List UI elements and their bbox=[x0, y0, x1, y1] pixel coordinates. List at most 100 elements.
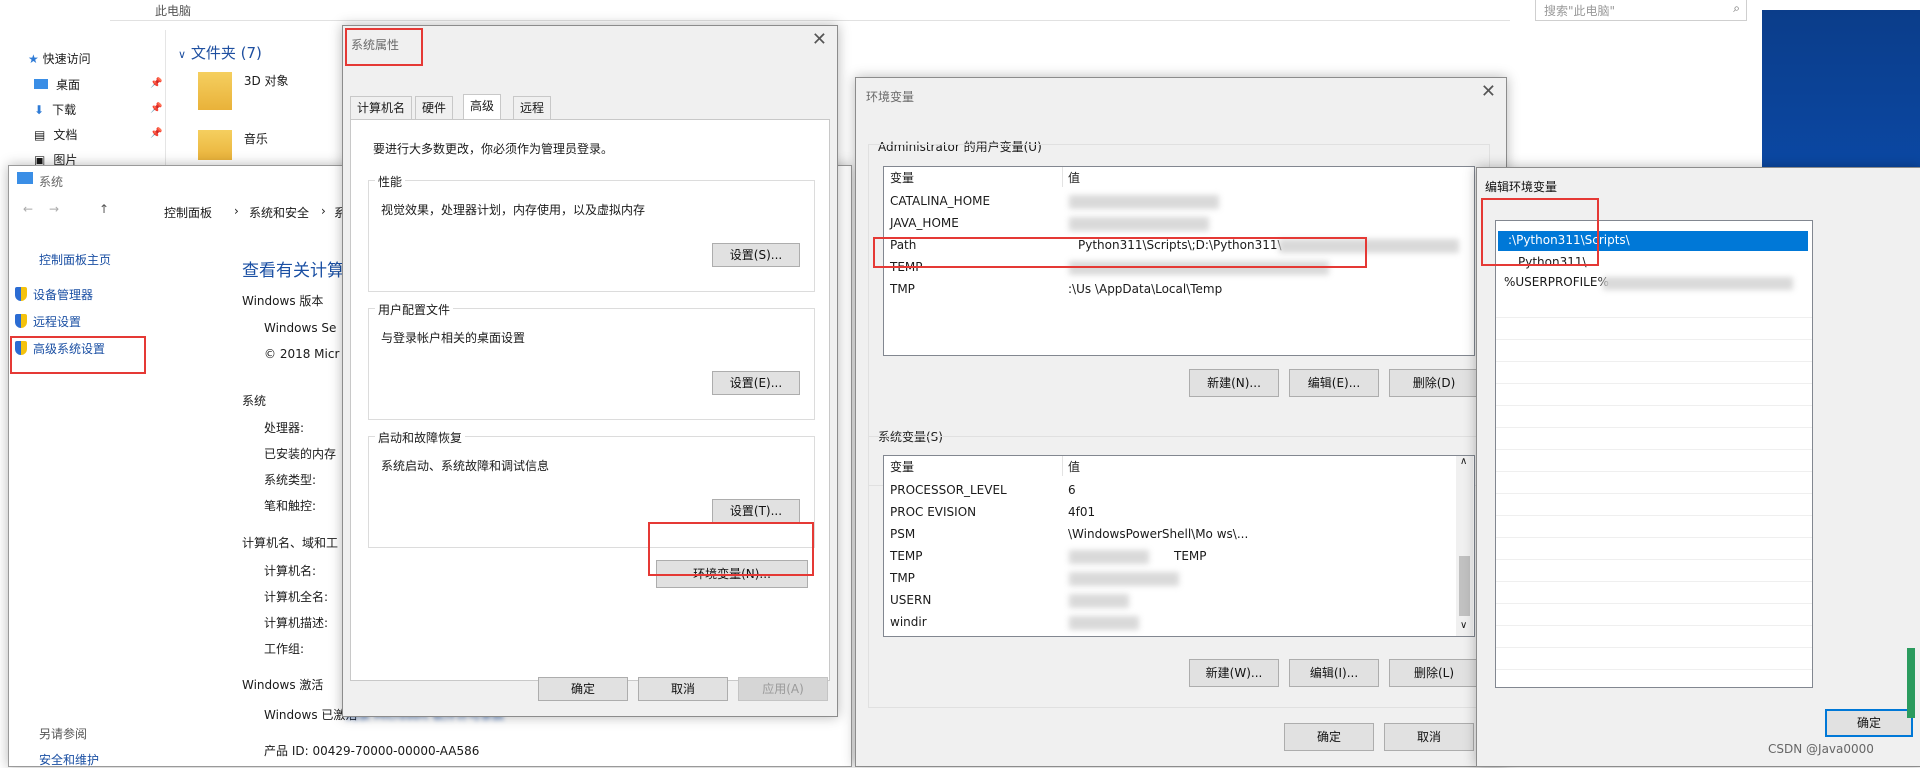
apply-button[interactable]: 应用(A) bbox=[738, 677, 828, 701]
edit-env-var-dialog: 编辑环境变量 :\Python311\Scripts\ Python311\ %… bbox=[1476, 167, 1920, 767]
list-item[interactable]: %USERPROFILE% bbox=[1498, 273, 1808, 293]
startup-settings-button[interactable]: 设置(T)... bbox=[712, 499, 800, 523]
list-gridlines bbox=[1496, 296, 1812, 686]
activation-label: Windows 激活 bbox=[242, 678, 324, 692]
breadcrumb-item[interactable]: 控制面板 bbox=[164, 204, 212, 221]
table-row[interactable]: PROCESSOR_LEVEL 6 bbox=[884, 481, 1454, 501]
system-type-label: 系统类型: bbox=[264, 473, 317, 487]
computer-section-label: 计算机名、域和工 bbox=[242, 536, 339, 550]
environment-variables-button[interactable]: 环境变量(N)... bbox=[656, 560, 808, 588]
col-divider bbox=[1062, 456, 1063, 476]
list-item[interactable]: :\Python311\Scripts\ bbox=[1498, 231, 1808, 251]
cancel-button[interactable]: 取消 bbox=[1384, 723, 1474, 751]
desktop-icon bbox=[34, 79, 48, 89]
performance-title: 性能 bbox=[375, 173, 406, 190]
table-row[interactable]: CATALINA_HOME bbox=[884, 192, 1474, 212]
scrollbar[interactable] bbox=[1907, 648, 1915, 718]
table-row[interactable]: TMP bbox=[884, 569, 1454, 589]
admin-note: 要进行大多数更改，你必须作为管理员登录。 bbox=[373, 142, 614, 156]
up-arrow-icon[interactable]: ↑ bbox=[99, 202, 109, 216]
watermark: CSDN @Java0000 bbox=[1768, 742, 1874, 756]
quick-access[interactable]: ★ 快速访问 bbox=[28, 50, 91, 67]
tab-advanced[interactable]: 高级 bbox=[463, 94, 502, 121]
edition-value: Windows Se bbox=[264, 321, 337, 335]
table-row[interactable]: TEMP bbox=[884, 258, 1474, 278]
system-edit-button[interactable]: 编辑(I)... bbox=[1289, 659, 1379, 687]
system-title: 系统 bbox=[39, 175, 64, 189]
description-label: 计算机描述: bbox=[264, 616, 329, 630]
table-row[interactable]: TMP :\Us \AppData\Local\Temp bbox=[884, 280, 1474, 300]
user-vars-list[interactable]: 变量 值 CATALINA_HOME JAVA_HOME Path Python… bbox=[883, 166, 1475, 356]
system-properties-dialog: 系统属性 ✕ 计算机名 硬件 高级 远程 要进行大多数更改，你必须作为管理员登录… bbox=[342, 25, 838, 717]
security-maintenance-link[interactable]: 安全和维护 bbox=[39, 751, 99, 768]
folder-icon bbox=[198, 72, 232, 110]
nav-documents[interactable]: ▤ 文档 bbox=[34, 126, 77, 143]
table-row[interactable]: PSM \WindowsPowerShell\Mo ws\... bbox=[884, 525, 1454, 545]
edition-label: Windows 版本 bbox=[242, 294, 324, 308]
explorer-address-bar[interactable]: 此电脑 bbox=[110, 0, 1510, 21]
close-icon[interactable]: ✕ bbox=[812, 31, 827, 49]
remote-settings-link[interactable]: 远程设置 bbox=[15, 313, 81, 330]
explorer-search-box[interactable]: 搜索"此电脑" ⌕ bbox=[1535, 0, 1747, 21]
envvars-title: 环境变量 bbox=[866, 90, 915, 104]
table-row[interactable]: JAVA_HOME bbox=[884, 214, 1474, 234]
tab-remote[interactable]: 远程 bbox=[513, 96, 552, 120]
nav-divider bbox=[165, 30, 166, 170]
nav-desktop[interactable]: 桌面 bbox=[34, 76, 80, 93]
breadcrumb-item[interactable]: 系统和安全 bbox=[249, 204, 309, 221]
startup-recovery-title: 启动和故障恢复 bbox=[375, 429, 466, 446]
forward-arrow-icon[interactable]: → bbox=[49, 202, 59, 216]
col-header-val[interactable]: 值 bbox=[1068, 169, 1080, 187]
search-icon[interactable]: ⌕ bbox=[1733, 1, 1740, 16]
table-row[interactable]: Path Python311\Scripts\;D:\Python311\ bbox=[884, 236, 1474, 256]
user-new-button[interactable]: 新建(N)... bbox=[1189, 369, 1279, 397]
user-edit-button[interactable]: 编辑(E)... bbox=[1289, 369, 1379, 397]
system-new-button[interactable]: 新建(W)... bbox=[1189, 659, 1279, 687]
system-vars-list[interactable]: 变量 值 PROCESSOR_LEVEL 6 PROC EVISION 4f01 P… bbox=[883, 455, 1475, 637]
performance-settings-button[interactable]: 设置(S)... bbox=[712, 243, 800, 267]
scrollbar[interactable]: ∧ ∨ bbox=[1456, 456, 1473, 636]
chevron-up-icon[interactable]: ∧ bbox=[1460, 456, 1467, 467]
redacted-value bbox=[1603, 277, 1793, 290]
address-text: 此电脑 bbox=[155, 4, 192, 18]
memory-label: 已安装的内存 bbox=[264, 447, 337, 461]
back-arrow-icon[interactable]: ← bbox=[23, 202, 33, 216]
tab-hardware[interactable]: 硬件 bbox=[415, 96, 454, 120]
redacted-value bbox=[1069, 550, 1149, 564]
table-row[interactable]: PROC EVISION 4f01 bbox=[884, 503, 1454, 523]
download-icon: ⬇ bbox=[34, 103, 45, 117]
control-panel-home-link[interactable]: 控制面板主页 bbox=[39, 251, 111, 268]
chevron-down-icon[interactable]: ∨ bbox=[1460, 620, 1467, 631]
col-header-val[interactable]: 值 bbox=[1068, 458, 1080, 476]
redacted-value bbox=[1069, 217, 1209, 231]
pin-icon: 📌 bbox=[150, 103, 163, 114]
ok-button[interactable]: 确定 bbox=[1825, 709, 1913, 737]
ok-button[interactable]: 确定 bbox=[538, 677, 628, 701]
shield-icon bbox=[15, 314, 27, 328]
device-manager-link[interactable]: 设备管理器 bbox=[15, 286, 93, 303]
ok-button[interactable]: 确定 bbox=[1284, 723, 1374, 751]
profile-settings-button[interactable]: 设置(E)... bbox=[712, 371, 800, 395]
folder-music[interactable]: 音乐 bbox=[198, 130, 268, 160]
editvar-list[interactable]: :\Python311\Scripts\ Python311\ %USERPRO… bbox=[1495, 220, 1813, 688]
folders-header[interactable]: ∨ 文件夹 (7) bbox=[178, 42, 262, 63]
processor-label: 处理器: bbox=[264, 421, 305, 435]
scrollbar-thumb[interactable] bbox=[1459, 556, 1470, 616]
cancel-button[interactable]: 取消 bbox=[638, 677, 728, 701]
breadcrumb-sep: › bbox=[321, 204, 326, 218]
user-delete-button[interactable]: 删除(D) bbox=[1389, 369, 1479, 397]
system-section-label: 系统 bbox=[242, 394, 267, 408]
close-icon[interactable]: ✕ bbox=[1481, 83, 1496, 101]
col-header-var[interactable]: 变量 bbox=[890, 458, 914, 476]
tab-computer-name[interactable]: 计算机名 bbox=[350, 96, 413, 120]
system-delete-button[interactable]: 删除(L) bbox=[1389, 659, 1479, 687]
col-header-var[interactable]: 变量 bbox=[890, 169, 914, 187]
table-row[interactable]: TEMP TEMP bbox=[884, 547, 1454, 567]
list-item[interactable]: Python311\ bbox=[1498, 253, 1808, 273]
advanced-system-settings-link[interactable]: 高级系统设置 bbox=[15, 340, 105, 357]
nav-downloads[interactable]: ⬇ 下载 bbox=[34, 101, 76, 118]
folder-3d-objects[interactable]: 3D 对象 bbox=[198, 72, 289, 110]
table-row[interactable]: USERN bbox=[884, 591, 1454, 611]
startup-recovery-group: 启动和故障恢复 系统启动、系统故障和调试信息 设置(T)... bbox=[368, 429, 815, 548]
table-row[interactable]: windir bbox=[884, 613, 1454, 633]
